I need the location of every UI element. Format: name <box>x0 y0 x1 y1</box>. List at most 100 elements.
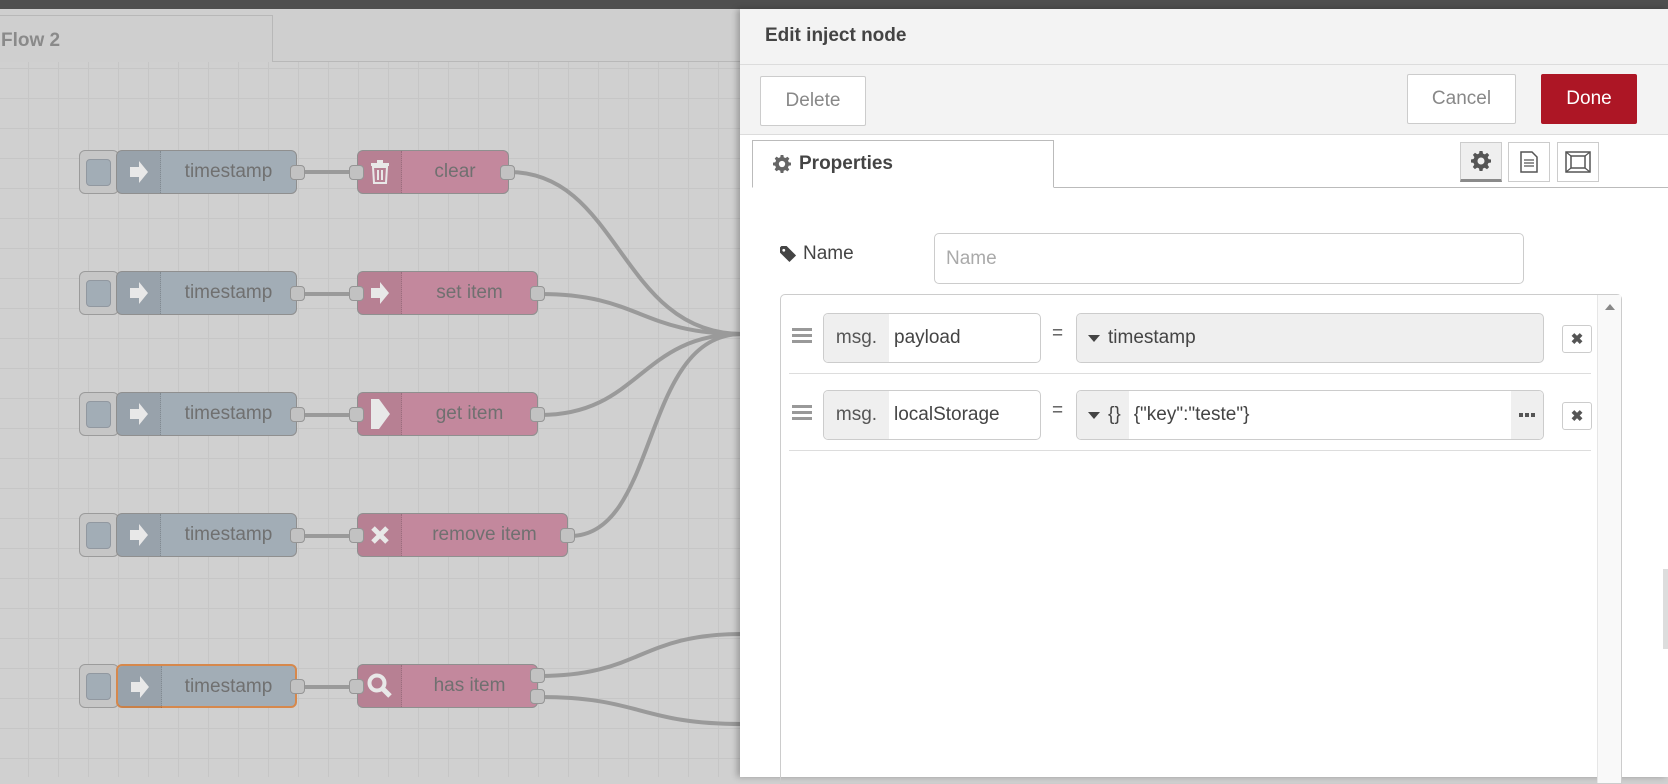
inject-arrow-icon <box>117 393 161 435</box>
wire <box>539 632 742 678</box>
type-select[interactable]: timestamp <box>1077 314 1196 362</box>
tab-properties[interactable]: Properties <box>752 140 1054 188</box>
input-port[interactable] <box>349 528 364 543</box>
property-name-field[interactable]: msg. payload <box>823 313 1041 363</box>
input-port[interactable] <box>349 407 364 422</box>
name-label: Name <box>780 243 854 265</box>
cancel-button[interactable]: Cancel <box>1407 74 1516 124</box>
node-label: timestamp <box>184 403 273 424</box>
document-icon <box>1520 151 1538 173</box>
type-select-label: timestamp <box>1108 327 1196 348</box>
inject-arrow-icon <box>117 514 161 556</box>
inject-node[interactable]: timestamp <box>116 150 297 194</box>
tray-toolbar: Delete Cancel Done <box>740 65 1668 135</box>
gear-icon <box>773 155 791 173</box>
wire <box>539 332 742 417</box>
property-name-value[interactable]: payload <box>889 314 1040 362</box>
input-port[interactable] <box>349 286 364 301</box>
close-icon: ✖ <box>1570 408 1584 425</box>
property-name-field[interactable]: msg. localStorage <box>823 390 1041 440</box>
flow-canvas[interactable]: timestamp clear timestamp set item times… <box>0 62 742 777</box>
property-value-text[interactable]: {"key":"teste"} <box>1129 391 1511 439</box>
arrow-right-bold-icon <box>358 393 402 435</box>
output-port[interactable] <box>530 407 545 422</box>
msg-prefix: msg. <box>824 314 889 362</box>
inject-node[interactable]: timestamp <box>116 392 297 436</box>
property-row: msg. localStorage = {} {"key":"teste"} ✖ <box>789 374 1592 451</box>
inject-button[interactable] <box>79 513 119 557</box>
inject-button[interactable] <box>79 392 119 436</box>
inject-node[interactable]: timestamp <box>116 271 297 315</box>
node-label: get item <box>435 403 504 424</box>
node-properties-button[interactable] <box>1460 142 1502 182</box>
list-scrollbar[interactable] <box>1597 295 1621 783</box>
type-select[interactable]: {} <box>1077 391 1129 439</box>
output-port[interactable] <box>290 679 305 694</box>
workspace-tab-bar: Flow 2 <box>0 10 740 63</box>
search-icon <box>358 665 402 707</box>
output-port[interactable] <box>560 528 575 543</box>
wire <box>539 292 742 336</box>
x-icon <box>358 514 402 556</box>
tab-label: Properties <box>799 153 893 174</box>
output-port-1[interactable] <box>530 668 545 683</box>
frame-icon <box>1565 151 1591 173</box>
tray-tabs: Properties <box>752 140 1668 188</box>
name-label-text: Name <box>803 243 854 264</box>
inject-button[interactable] <box>79 150 119 194</box>
clear-node[interactable]: clear <box>357 150 509 194</box>
property-list: msg. payload = timestamp ✖ msg. localSto… <box>780 294 1622 784</box>
node-label: remove item <box>432 524 537 545</box>
drag-handle-icon[interactable] <box>792 328 812 346</box>
output-port[interactable] <box>290 165 305 180</box>
scroll-up-icon[interactable] <box>1605 304 1615 310</box>
node-description-button[interactable] <box>1508 142 1550 182</box>
msg-prefix: msg. <box>824 391 889 439</box>
edit-tray: Edit inject node Delete Cancel Done Prop… <box>740 9 1668 784</box>
tray-scrollbar[interactable] <box>1663 569 1668 649</box>
remove-item-node[interactable]: remove item <box>357 513 568 557</box>
input-port[interactable] <box>349 679 364 694</box>
has-item-node[interactable]: has item <box>357 664 538 708</box>
property-name-value[interactable]: localStorage <box>889 391 1040 439</box>
get-item-node[interactable]: get item <box>357 392 538 436</box>
drag-handle-icon[interactable] <box>792 405 812 423</box>
inject-button[interactable] <box>79 664 119 708</box>
inject-arrow-icon <box>117 272 161 314</box>
property-value-field[interactable]: timestamp <box>1076 313 1544 363</box>
output-port[interactable] <box>290 286 305 301</box>
equals-sign: = <box>1052 400 1064 421</box>
node-label: clear <box>434 161 476 182</box>
node-appearance-button[interactable] <box>1557 142 1599 182</box>
wire <box>539 695 742 726</box>
inject-arrow-icon <box>117 151 161 193</box>
name-input[interactable] <box>934 233 1524 284</box>
property-row: msg. payload = timestamp ✖ <box>789 297 1592 374</box>
output-port[interactable] <box>290 407 305 422</box>
inject-node[interactable]: timestamp <box>116 513 297 557</box>
equals-sign: = <box>1052 323 1064 344</box>
remove-property-button[interactable]: ✖ <box>1562 402 1592 430</box>
output-port-2[interactable] <box>530 689 545 704</box>
node-label: timestamp <box>184 282 273 303</box>
property-value-field[interactable]: {} {"key":"teste"} <box>1076 390 1544 440</box>
tab-flow-2[interactable]: Flow 2 <box>0 15 273 63</box>
output-port[interactable] <box>290 528 305 543</box>
output-port[interactable] <box>530 286 545 301</box>
output-port[interactable] <box>500 165 515 180</box>
inject-button[interactable] <box>79 271 119 315</box>
tab-label: Flow 2 <box>1 30 61 51</box>
tray-header: Edit inject node <box>740 9 1668 65</box>
input-port[interactable] <box>349 165 364 180</box>
node-label: timestamp <box>184 676 273 697</box>
inject-node-selected[interactable]: timestamp <box>116 664 297 708</box>
done-button[interactable]: Done <box>1541 74 1637 124</box>
set-item-node[interactable]: set item <box>357 271 538 315</box>
json-type-icon: {} <box>1108 404 1121 425</box>
tag-icon <box>780 245 797 262</box>
delete-button[interactable]: Delete <box>760 76 866 126</box>
caret-down-icon <box>1088 411 1100 419</box>
caret-down-icon <box>1088 334 1100 342</box>
remove-property-button[interactable]: ✖ <box>1562 325 1592 353</box>
expand-editor-button[interactable] <box>1511 391 1543 439</box>
